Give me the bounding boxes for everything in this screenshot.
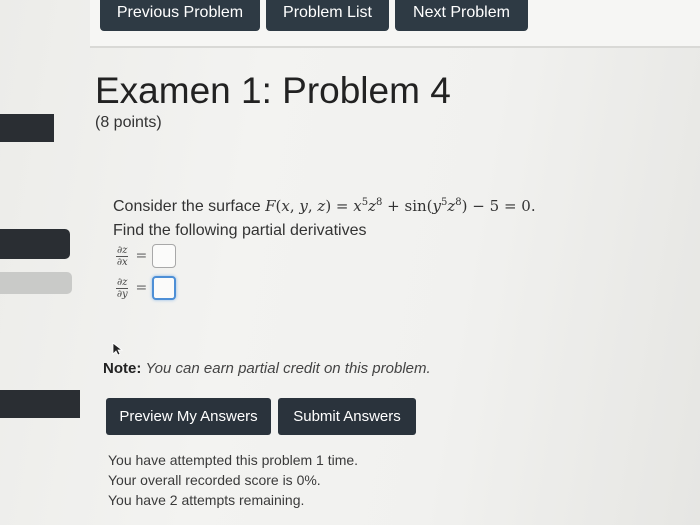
points-label: (8 points): [95, 114, 162, 131]
partial-credit-note: Note: You can earn partial credit on thi…: [103, 360, 431, 377]
dz-dy-fraction: ∂z ∂y: [116, 276, 129, 300]
partial-derivative-y-row: ∂z ∂y =: [116, 276, 177, 300]
sidebar-link[interactable]: [0, 272, 72, 294]
dz-dx-answer-input[interactable]: [152, 244, 177, 268]
problem-intro: Consider the surface: [113, 198, 266, 215]
fraction-denominator: ∂x: [116, 256, 128, 268]
problem-list-button[interactable]: Problem List: [266, 0, 389, 31]
sidebar-link[interactable]: [0, 114, 54, 142]
previous-problem-button[interactable]: Previous Problem: [100, 0, 260, 31]
instruction-text: Find the following partial derivatives: [113, 222, 367, 239]
score-line: Your overall recorded score is 0%.: [108, 472, 321, 488]
surface-equation: F(x, y, z) = x5z8 + sin(y5z8) − 5 = 0.: [265, 197, 536, 215]
page-title: Examen 1: Problem 4: [95, 70, 451, 111]
mouse-pointer-icon: [112, 342, 124, 356]
attempt-status: You have attempted this problem 1 time. …: [108, 450, 358, 510]
submit-answers-button[interactable]: Submit Answers: [278, 398, 416, 435]
problem-nav-bar: Previous Problem Problem List Next Probl…: [90, 0, 700, 48]
dz-dx-fraction: ∂z ∂x: [116, 244, 129, 268]
dz-dy-answer-input[interactable]: [152, 276, 177, 300]
partial-derivative-x-row: ∂z ∂x =: [116, 244, 177, 268]
sidebar-link[interactable]: [0, 390, 80, 418]
preview-answers-button[interactable]: Preview My Answers: [106, 398, 271, 435]
sidebar-link[interactable]: [0, 229, 70, 259]
note-label: Note:: [103, 360, 142, 377]
fraction-numerator: ∂z: [116, 244, 129, 257]
note-text: You can earn partial credit on this prob…: [145, 360, 431, 377]
attempts-line: You have attempted this problem 1 time.: [108, 452, 359, 468]
remaining-line: You have 2 attempts remaining.: [108, 492, 305, 508]
equals-sign: =: [135, 248, 148, 264]
equals-sign: =: [135, 280, 148, 296]
next-problem-button[interactable]: Next Problem: [395, 0, 528, 31]
fraction-numerator: ∂z: [116, 276, 129, 289]
problem-statement: Consider the surface F(x, y, z) = x5z8 +…: [113, 197, 536, 216]
fraction-denominator: ∂y: [116, 288, 128, 300]
